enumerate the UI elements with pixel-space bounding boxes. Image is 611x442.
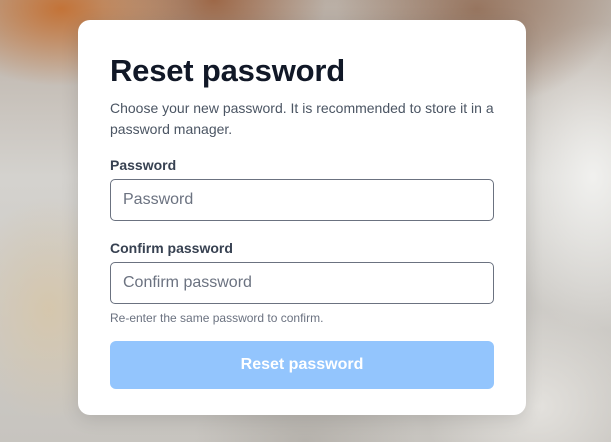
page-title: Reset password — [110, 53, 345, 88]
reset-password-card: Reset password Choose your new password.… — [78, 20, 526, 415]
confirm-password-label: Confirm password — [110, 240, 233, 256]
page-description: Choose your new password. It is recommen… — [110, 100, 494, 137]
reset-password-button[interactable]: Reset password — [110, 341, 494, 389]
password-input[interactable] — [110, 179, 494, 221]
confirm-password-hint: Re-enter the same password to confirm. — [110, 311, 324, 325]
confirm-password-input[interactable] — [110, 262, 494, 304]
password-label: Password — [110, 157, 177, 173]
